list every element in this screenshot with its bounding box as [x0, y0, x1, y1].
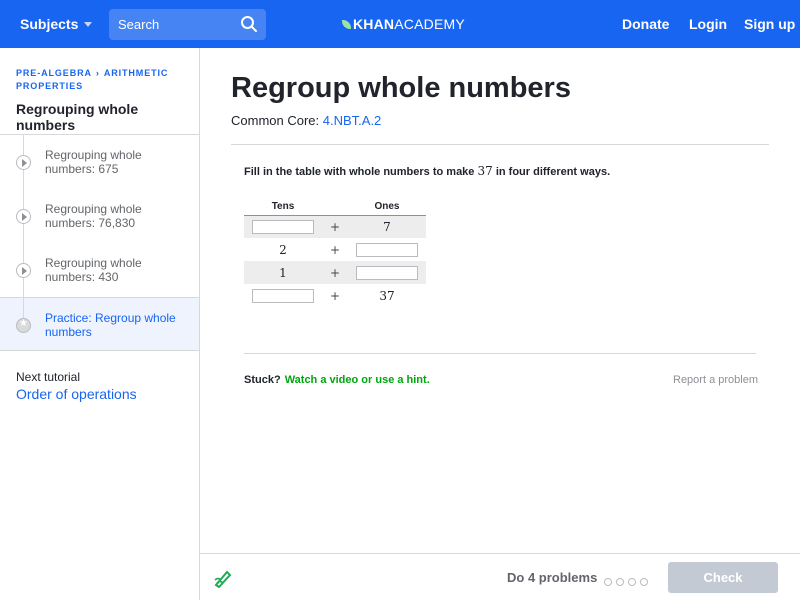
search-box[interactable]: Search — [109, 9, 266, 40]
khan-academy-logo[interactable]: KHANACADEMY — [342, 16, 465, 32]
common-core-link[interactable]: 4.NBT.A.2 — [323, 113, 382, 128]
play-icon — [16, 155, 31, 170]
tutorial-item-list: Regrouping whole numbers: 675 Regrouping… — [0, 134, 199, 351]
table-row: 2 + — [244, 238, 426, 261]
problem-count-label: Do 4 problems — [507, 570, 598, 585]
search-icon[interactable] — [240, 15, 258, 38]
ones-answer-input-3[interactable] — [356, 265, 418, 280]
exercise-footer: Do 4 problems Check — [200, 553, 800, 600]
progress-dot — [640, 578, 648, 586]
play-icon — [16, 209, 31, 224]
sidebar-item-practice[interactable]: ★ Practice: Regroup whole numbers — [0, 297, 199, 351]
plus-sign: + — [329, 288, 341, 303]
progress-dots — [604, 573, 652, 591]
check-button[interactable]: Check — [668, 562, 778, 593]
progress-dot — [604, 578, 612, 586]
plus-sign: + — [322, 261, 348, 284]
divider — [231, 144, 769, 145]
column-header-tens: Tens — [244, 199, 322, 216]
tens-answer-input-1[interactable] — [252, 220, 314, 234]
leaf-icon — [342, 20, 351, 29]
stuck-label: Stuck? — [244, 374, 281, 386]
scratchpad-pencil-icon[interactable] — [213, 568, 235, 593]
table-row: + 37 — [244, 284, 426, 307]
hint-link[interactable]: Watch a video or use a hint. — [285, 374, 430, 386]
login-link[interactable]: Login — [689, 16, 727, 32]
play-icon — [16, 263, 31, 278]
sidebar-item-video-430[interactable]: Regrouping whole numbers: 430 — [0, 243, 199, 297]
logo-bold-text: KHAN — [353, 16, 395, 32]
top-nav-bar: Subjects Search KHANACADEMY Donate Login… — [0, 0, 800, 48]
subjects-menu-button[interactable]: Subjects — [20, 16, 93, 32]
caret-down-icon — [84, 22, 93, 27]
tutorial-sidebar: PRE-ALGEBRA › ARITHMETIC PROPERTIES Regrou… — [0, 48, 200, 600]
star-icon: ★ — [16, 318, 31, 333]
signup-link[interactable]: Sign up — [744, 16, 795, 32]
tens-value: 2 — [279, 242, 287, 257]
ones-answer-input-2[interactable] — [356, 242, 418, 257]
next-tutorial-link[interactable]: Order of operations — [16, 386, 137, 402]
logo-light-text: ACADEMY — [394, 16, 465, 32]
breadcrumb: PRE-ALGEBRA › ARITHMETIC PROPERTIES — [16, 67, 196, 93]
regroup-table: Tens Ones + 7 2 + 1 + + 37 — [244, 199, 426, 307]
ones-value: 37 — [379, 288, 395, 303]
common-core-standard: Common Core: 4.NBT.A.2 — [231, 113, 381, 128]
ones-value: 7 — [348, 215, 426, 238]
progress-dot — [616, 578, 624, 586]
next-tutorial-label: Next tutorial — [16, 370, 81, 384]
target-number: 37 — [477, 164, 493, 178]
sidebar-item-video-675[interactable]: Regrouping whole numbers: 675 — [0, 135, 199, 189]
search-input[interactable]: Search — [118, 17, 159, 32]
breadcrumb-pre-algebra[interactable]: PRE-ALGEBRA — [16, 68, 92, 78]
plus-sign: + — [329, 242, 341, 257]
tutorial-title: Regrouping whole numbers — [16, 101, 139, 133]
report-problem-link[interactable]: Report a problem — [673, 374, 758, 386]
stuck-row: Stuck? Watch a video or use a hint. — [244, 374, 430, 386]
divider — [244, 353, 756, 354]
table-row: + 7 — [244, 215, 426, 238]
chevron-right-icon: › — [95, 68, 100, 78]
sidebar-item-video-76830[interactable]: Regrouping whole numbers: 76,830 — [0, 189, 199, 243]
table-row: 1 + — [244, 261, 426, 284]
common-core-label: Common Core: — [231, 113, 320, 128]
plus-sign: + — [322, 215, 348, 238]
sidebar-item-label: Regrouping whole numbers: 675 — [45, 148, 142, 176]
tens-value: 1 — [244, 261, 322, 284]
sidebar-item-label: Regrouping whole numbers: 76,830 — [45, 202, 142, 230]
sidebar-item-label: Regrouping whole numbers: 430 — [45, 256, 142, 284]
donate-link[interactable]: Donate — [622, 16, 669, 32]
column-header-ones: Ones — [348, 199, 426, 216]
subjects-label: Subjects — [20, 16, 79, 32]
tens-answer-input-4[interactable] — [252, 288, 314, 303]
progress-dot — [628, 578, 636, 586]
question-prompt: Fill in the table with whole numbers to … — [244, 164, 611, 178]
sidebar-item-label: Practice: Regroup whole numbers — [45, 311, 176, 339]
page-title: Regroup whole numbers — [231, 72, 571, 104]
